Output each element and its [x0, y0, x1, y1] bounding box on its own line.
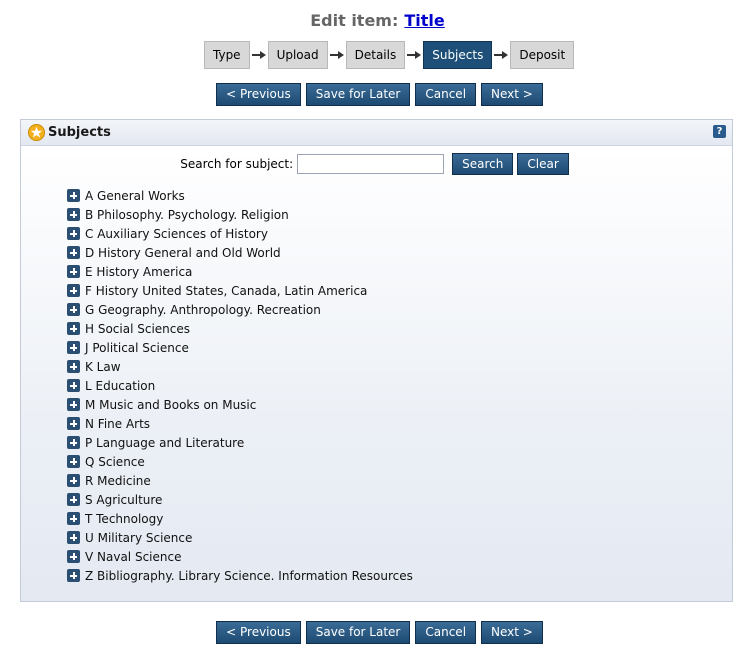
subject-label: V Naval Science	[85, 549, 182, 564]
expand-plus-icon[interactable]	[67, 208, 80, 221]
subject-tree: A General Works B Philosophy. Psychology…	[67, 186, 413, 585]
panel-title: Subjects	[48, 125, 111, 140]
expand-plus-icon[interactable]	[67, 550, 80, 563]
subject-label: S Agriculture	[85, 492, 163, 507]
previous-button[interactable]: < Previous	[216, 83, 301, 106]
search-button[interactable]: Search	[452, 153, 514, 175]
subject-label: D History General and Old World	[85, 245, 281, 260]
panel-header: Subjects ?	[21, 120, 732, 146]
expand-plus-icon[interactable]	[67, 417, 80, 430]
search-label: Search for subject:	[180, 157, 294, 171]
expand-plus-icon[interactable]	[67, 379, 80, 392]
top-nav-buttons: < Previous Save for Later Cancel Next >	[0, 83, 755, 106]
title-link[interactable]: Title	[404, 11, 444, 30]
subject-item: N Fine Arts	[67, 414, 413, 433]
subject-item: K Law	[67, 357, 413, 376]
subject-label: R Medicine	[85, 473, 151, 488]
subject-item: L Education	[67, 376, 413, 395]
workflow-step-subjects[interactable]: Subjects	[423, 41, 493, 69]
cancel-button[interactable]: Cancel	[415, 83, 477, 106]
arrow-right-icon	[328, 49, 346, 61]
expand-plus-icon[interactable]	[67, 341, 80, 354]
subject-item: S Agriculture	[67, 490, 413, 509]
subject-item: H Social Sciences	[67, 319, 413, 338]
star-icon	[28, 124, 45, 141]
subject-item: C Auxiliary Sciences of History	[67, 224, 413, 243]
workflow-step-upload[interactable]: Upload	[267, 41, 328, 69]
subject-item: Z Bibliography. Library Science. Informa…	[67, 566, 413, 585]
next-button[interactable]: Next >	[481, 83, 543, 106]
expand-plus-icon[interactable]	[67, 531, 80, 544]
subject-label: P Language and Literature	[85, 435, 245, 450]
subject-item: P Language and Literature	[67, 433, 413, 452]
arrow-right-icon	[250, 49, 268, 61]
bottom-nav-buttons: < Previous Save for Later Cancel Next >	[0, 621, 755, 644]
subject-label: N Fine Arts	[85, 416, 151, 431]
subject-label: T Technology	[85, 511, 164, 526]
subject-label: F History United States, Canada, Latin A…	[85, 283, 368, 298]
arrow-right-icon	[492, 49, 510, 61]
subject-item: G Geography. Anthropology. Recreation	[67, 300, 413, 319]
cancel-button[interactable]: Cancel	[415, 621, 477, 644]
expand-plus-icon[interactable]	[67, 303, 80, 316]
subject-label: E History America	[85, 264, 193, 279]
subject-label: G Geography. Anthropology. Recreation	[85, 302, 321, 317]
expand-plus-icon[interactable]	[67, 265, 80, 278]
subject-label: H Social Sciences	[85, 321, 190, 336]
expand-plus-icon[interactable]	[67, 493, 80, 506]
workflow-step-deposit[interactable]: Deposit	[510, 41, 575, 69]
workflow-step-details[interactable]: Details	[345, 41, 406, 69]
expand-plus-icon[interactable]	[67, 512, 80, 525]
subject-search: Search for subject: Search Clear	[21, 153, 732, 175]
subject-item: Q Science	[67, 452, 413, 471]
save-for-later-button[interactable]: Save for Later	[305, 83, 411, 106]
subject-label: Z Bibliography. Library Science. Informa…	[85, 568, 413, 583]
subject-item: T Technology	[67, 509, 413, 528]
subject-label: U Military Science	[85, 530, 193, 545]
subject-item: D History General and Old World	[67, 243, 413, 262]
subject-label: A General Works	[85, 188, 185, 203]
workflow-step-type[interactable]: Type	[204, 41, 250, 69]
expand-plus-icon[interactable]	[67, 569, 80, 582]
clear-button[interactable]: Clear	[517, 153, 569, 175]
expand-plus-icon[interactable]	[67, 360, 80, 373]
arrow-right-icon	[405, 49, 423, 61]
page-title-prefix: Edit item:	[310, 11, 399, 30]
subject-label: C Auxiliary Sciences of History	[85, 226, 268, 241]
expand-plus-icon[interactable]	[67, 246, 80, 259]
subject-item: R Medicine	[67, 471, 413, 490]
help-icon[interactable]: ?	[713, 125, 726, 138]
subject-label: L Education	[85, 378, 156, 393]
next-button[interactable]: Next >	[481, 621, 543, 644]
save-for-later-button[interactable]: Save for Later	[305, 621, 411, 644]
previous-button[interactable]: < Previous	[216, 621, 301, 644]
expand-plus-icon[interactable]	[67, 322, 80, 335]
subject-label: M Music and Books on Music	[85, 397, 257, 412]
page-title: Edit item: Title	[0, 11, 755, 31]
subject-item: E History America	[67, 262, 413, 281]
expand-plus-icon[interactable]	[67, 436, 80, 449]
subject-item: V Naval Science	[67, 547, 413, 566]
subject-item: A General Works	[67, 186, 413, 205]
subjects-panel: Subjects ? Search for subject: Search Cl…	[20, 119, 733, 602]
subject-item: U Military Science	[67, 528, 413, 547]
subject-item: M Music and Books on Music	[67, 395, 413, 414]
subject-item: J Political Science	[67, 338, 413, 357]
expand-plus-icon[interactable]	[67, 227, 80, 240]
expand-plus-icon[interactable]	[67, 284, 80, 297]
subject-label: K Law	[85, 359, 121, 374]
subject-label: B Philosophy. Psychology. Religion	[85, 207, 289, 222]
expand-plus-icon[interactable]	[67, 398, 80, 411]
subject-item: F History United States, Canada, Latin A…	[67, 281, 413, 300]
workflow-steps: Type Upload Details Subjects Deposit	[204, 41, 575, 69]
subject-search-input[interactable]	[297, 154, 445, 174]
subject-label: Q Science	[85, 454, 145, 469]
subject-item: B Philosophy. Psychology. Religion	[67, 205, 413, 224]
expand-plus-icon[interactable]	[67, 189, 80, 202]
expand-plus-icon[interactable]	[67, 474, 80, 487]
subject-label: J Political Science	[85, 340, 189, 355]
expand-plus-icon[interactable]	[67, 455, 80, 468]
